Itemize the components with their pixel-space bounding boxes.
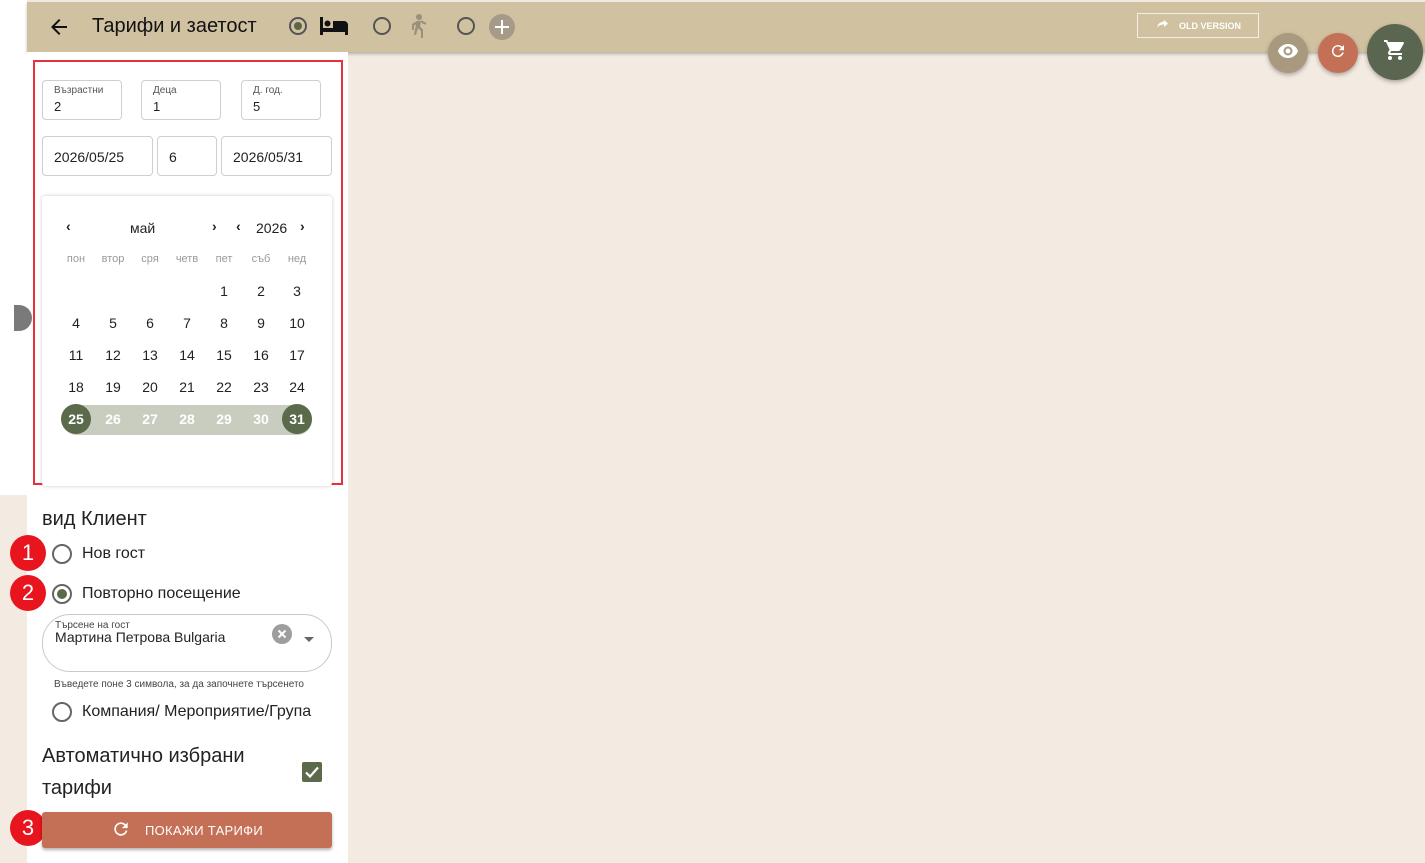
calendar-day[interactable]: 22	[209, 372, 239, 402]
prev-month-chevron-icon[interactable]: ‹	[66, 218, 71, 234]
page-title: Тарифи и заетост	[92, 15, 257, 37]
bed-icon	[318, 14, 350, 43]
calendar-day[interactable]: 12	[98, 340, 128, 370]
calendar-day[interactable]: 24	[282, 372, 312, 402]
dropdown-arrow-icon[interactable]	[303, 631, 315, 649]
date-range-calendar: ‹ май › ‹ 2026 › пон втор сря четв пет съб нед…	[42, 196, 332, 486]
calendar-day[interactable]: 15	[209, 340, 239, 370]
calendar-day[interactable]: 31	[282, 404, 312, 434]
calendar-day[interactable]: 6	[135, 308, 165, 338]
redo-arrow-icon	[1155, 19, 1169, 33]
adults-label: Възрастни	[54, 85, 104, 96]
nights-field[interactable]: 6	[157, 136, 217, 176]
child-age-field[interactable]: Д. год. 5	[241, 80, 321, 120]
calendar-day[interactable]: 20	[135, 372, 165, 402]
mode-radio-activity[interactable]	[373, 17, 391, 35]
show-rates-label: ПОКАЖИ ТАРИФИ	[145, 822, 263, 838]
calendar-day[interactable]: 21	[172, 372, 202, 402]
top-app-bar: Тарифи и заетост OLD VERSION	[27, 2, 1425, 52]
show-rates-button[interactable]: ПОКАЖИ ТАРИФИ	[42, 812, 332, 848]
calendar-day[interactable]: 17	[282, 340, 312, 370]
clear-icon[interactable]	[272, 624, 292, 649]
next-month-chevron-icon[interactable]: ›	[212, 218, 217, 234]
adults-field[interactable]: Възрастни 2	[42, 80, 122, 120]
adults-value: 2	[54, 99, 62, 114]
calendar-day[interactable]: 1	[209, 276, 239, 306]
guest-search-input[interactable]: Търсене на гост Мартина Петрова Bulgaria	[42, 614, 332, 672]
radio-company-group-label: Компания/ Мероприятие/Група	[82, 703, 312, 720]
calendar-day[interactable]: 27	[135, 404, 165, 434]
calendar-day[interactable]: 25	[61, 404, 91, 434]
calendar-day[interactable]: 14	[172, 340, 202, 370]
calendar-day[interactable]: 7	[172, 308, 202, 338]
preview-button[interactable]	[1268, 33, 1308, 73]
weekday-header: нед	[287, 253, 307, 265]
auto-rates-checkbox[interactable]	[302, 762, 322, 782]
child-age-label: Д. год.	[253, 85, 283, 96]
nights-value: 6	[169, 149, 177, 165]
old-version-button[interactable]: OLD VERSION	[1137, 13, 1259, 38]
calendar-day[interactable]: 9	[246, 308, 276, 338]
radio-returning-guest[interactable]	[52, 584, 72, 604]
date-to-field[interactable]: 2026/05/31	[221, 136, 332, 176]
calendar-day[interactable]: 5	[98, 308, 128, 338]
old-version-label: OLD VERSION	[1178, 20, 1241, 31]
next-year-chevron-icon[interactable]: ›	[300, 218, 305, 234]
refresh-icon	[111, 819, 131, 842]
radio-new-guest[interactable]	[52, 544, 72, 564]
date-from-field[interactable]: 2026/05/25	[42, 136, 153, 176]
left-gutter	[0, 0, 27, 495]
calendar-day[interactable]: 8	[209, 308, 239, 338]
calendar-day[interactable]: 30	[246, 404, 276, 434]
children-value: 1	[153, 99, 161, 114]
reload-button[interactable]	[1318, 33, 1358, 73]
radio-new-guest-label: Нов гост	[82, 545, 146, 562]
children-field[interactable]: Деца 1	[141, 80, 221, 120]
mode-radio-accommodation[interactable]	[289, 17, 307, 35]
client-type-title: вид Клиент	[42, 508, 147, 530]
cart-icon	[1383, 38, 1407, 67]
eye-icon	[1277, 43, 1299, 64]
step-badge-2: 2	[10, 575, 46, 611]
weekday-header: сря	[141, 253, 159, 265]
date-to-value: 2026/05/31	[233, 149, 304, 165]
weekday-header: четв	[175, 253, 199, 265]
calendar-day[interactable]: 10	[282, 308, 312, 338]
date-from-value: 2026/05/25	[54, 149, 125, 165]
back-arrow-icon[interactable]	[47, 15, 71, 39]
calendar-day[interactable]: 18	[61, 372, 91, 402]
calendar-day[interactable]: 2	[246, 276, 276, 306]
calendar-day[interactable]: 19	[98, 372, 128, 402]
calendar-day[interactable]: 29	[209, 404, 239, 434]
radio-company-group[interactable]	[52, 702, 72, 722]
step-badge-3: 3	[10, 810, 46, 846]
auto-rates-label: Автоматично избрани тарифи	[42, 745, 245, 799]
radio-returning-guest-label: Повторно посещение	[82, 585, 241, 602]
calendar-month[interactable]: май	[130, 220, 155, 236]
guest-search-value: Мартина Петрова Bulgaria	[55, 629, 226, 645]
calendar-day[interactable]: 13	[135, 340, 165, 370]
calendar-day[interactable]: 26	[98, 404, 128, 434]
child-age-value: 5	[253, 99, 261, 114]
prev-year-chevron-icon[interactable]: ‹	[236, 218, 241, 234]
calendar-day[interactable]: 11	[61, 340, 91, 370]
calendar-day[interactable]: 4	[61, 308, 91, 338]
weekday-header: пет	[215, 253, 233, 265]
calendar-year[interactable]: 2026	[256, 220, 287, 236]
weekday-header: втор	[101, 253, 125, 265]
weekday-header: пон	[66, 253, 86, 265]
calendar-day[interactable]: 3	[282, 276, 312, 306]
weekday-header: съб	[251, 253, 271, 265]
step-badge-1: 1	[10, 535, 46, 571]
children-label: Деца	[153, 85, 177, 96]
mode-radio-extra[interactable]	[457, 17, 475, 35]
calendar-day[interactable]: 16	[246, 340, 276, 370]
refresh-icon	[1329, 42, 1347, 65]
walk-icon	[405, 13, 429, 46]
guest-search-hint: Въведете поне 3 символа, за да започнете…	[54, 679, 304, 690]
cart-button[interactable]	[1367, 24, 1423, 80]
add-circle-icon	[489, 14, 515, 45]
calendar-day[interactable]: 23	[246, 372, 276, 402]
calendar-day[interactable]: 28	[172, 404, 202, 434]
